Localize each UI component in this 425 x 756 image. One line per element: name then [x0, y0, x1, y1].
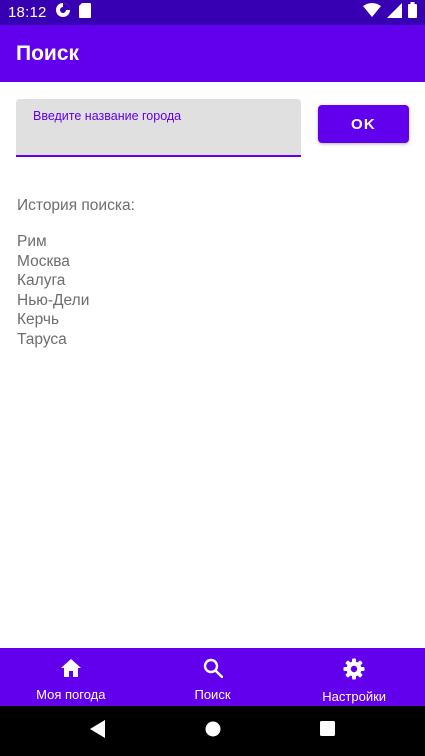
history-list: Рим Москва Калуга Нью-Дели Керчь Таруса	[17, 232, 89, 350]
history-item[interactable]: Таруса	[17, 330, 89, 350]
system-navigation-bar	[0, 706, 425, 756]
signal-icon	[387, 2, 402, 23]
nav-item-my-weather[interactable]: Моя погода	[0, 648, 142, 706]
nav-label-search: Поиск	[194, 687, 231, 702]
nav-item-search[interactable]: Поиск	[142, 648, 284, 706]
home-icon	[60, 658, 82, 683]
status-time: 18:12	[8, 4, 47, 21]
nav-label-my-weather: Моя погода	[36, 687, 106, 702]
nav-label-settings: Настройки	[322, 689, 387, 704]
bottom-navigation: Моя погода Поиск Настройки	[0, 648, 425, 706]
search-icon	[203, 658, 223, 683]
city-search-field[interactable]: Введите название города	[16, 99, 301, 157]
history-item[interactable]: Калуга	[17, 271, 89, 291]
wifi-icon	[363, 3, 381, 22]
search-field-label: Введите название города	[33, 109, 182, 123]
page-title: Поиск	[16, 41, 80, 65]
history-item[interactable]: Керчь	[17, 310, 89, 330]
history-item[interactable]: Рим	[17, 232, 89, 252]
app-bar: Поиск	[0, 25, 425, 82]
data-saver-icon	[55, 2, 71, 23]
gear-icon	[343, 658, 365, 685]
sd-card-icon	[78, 2, 91, 23]
history-item[interactable]: Нью-Дели	[17, 291, 89, 311]
nav-item-settings[interactable]: Настройки	[283, 648, 425, 706]
home-circle-icon[interactable]	[205, 721, 221, 742]
status-bar: 18:12	[0, 0, 425, 25]
recents-icon[interactable]	[320, 721, 336, 741]
history-item[interactable]: Москва	[17, 252, 89, 272]
back-icon[interactable]	[89, 719, 106, 743]
history-title: История поиска:	[17, 197, 135, 214]
battery-icon	[408, 2, 417, 23]
ok-button[interactable]: OK	[318, 105, 409, 143]
status-right-icons	[363, 2, 417, 23]
status-left-icons	[55, 2, 91, 23]
